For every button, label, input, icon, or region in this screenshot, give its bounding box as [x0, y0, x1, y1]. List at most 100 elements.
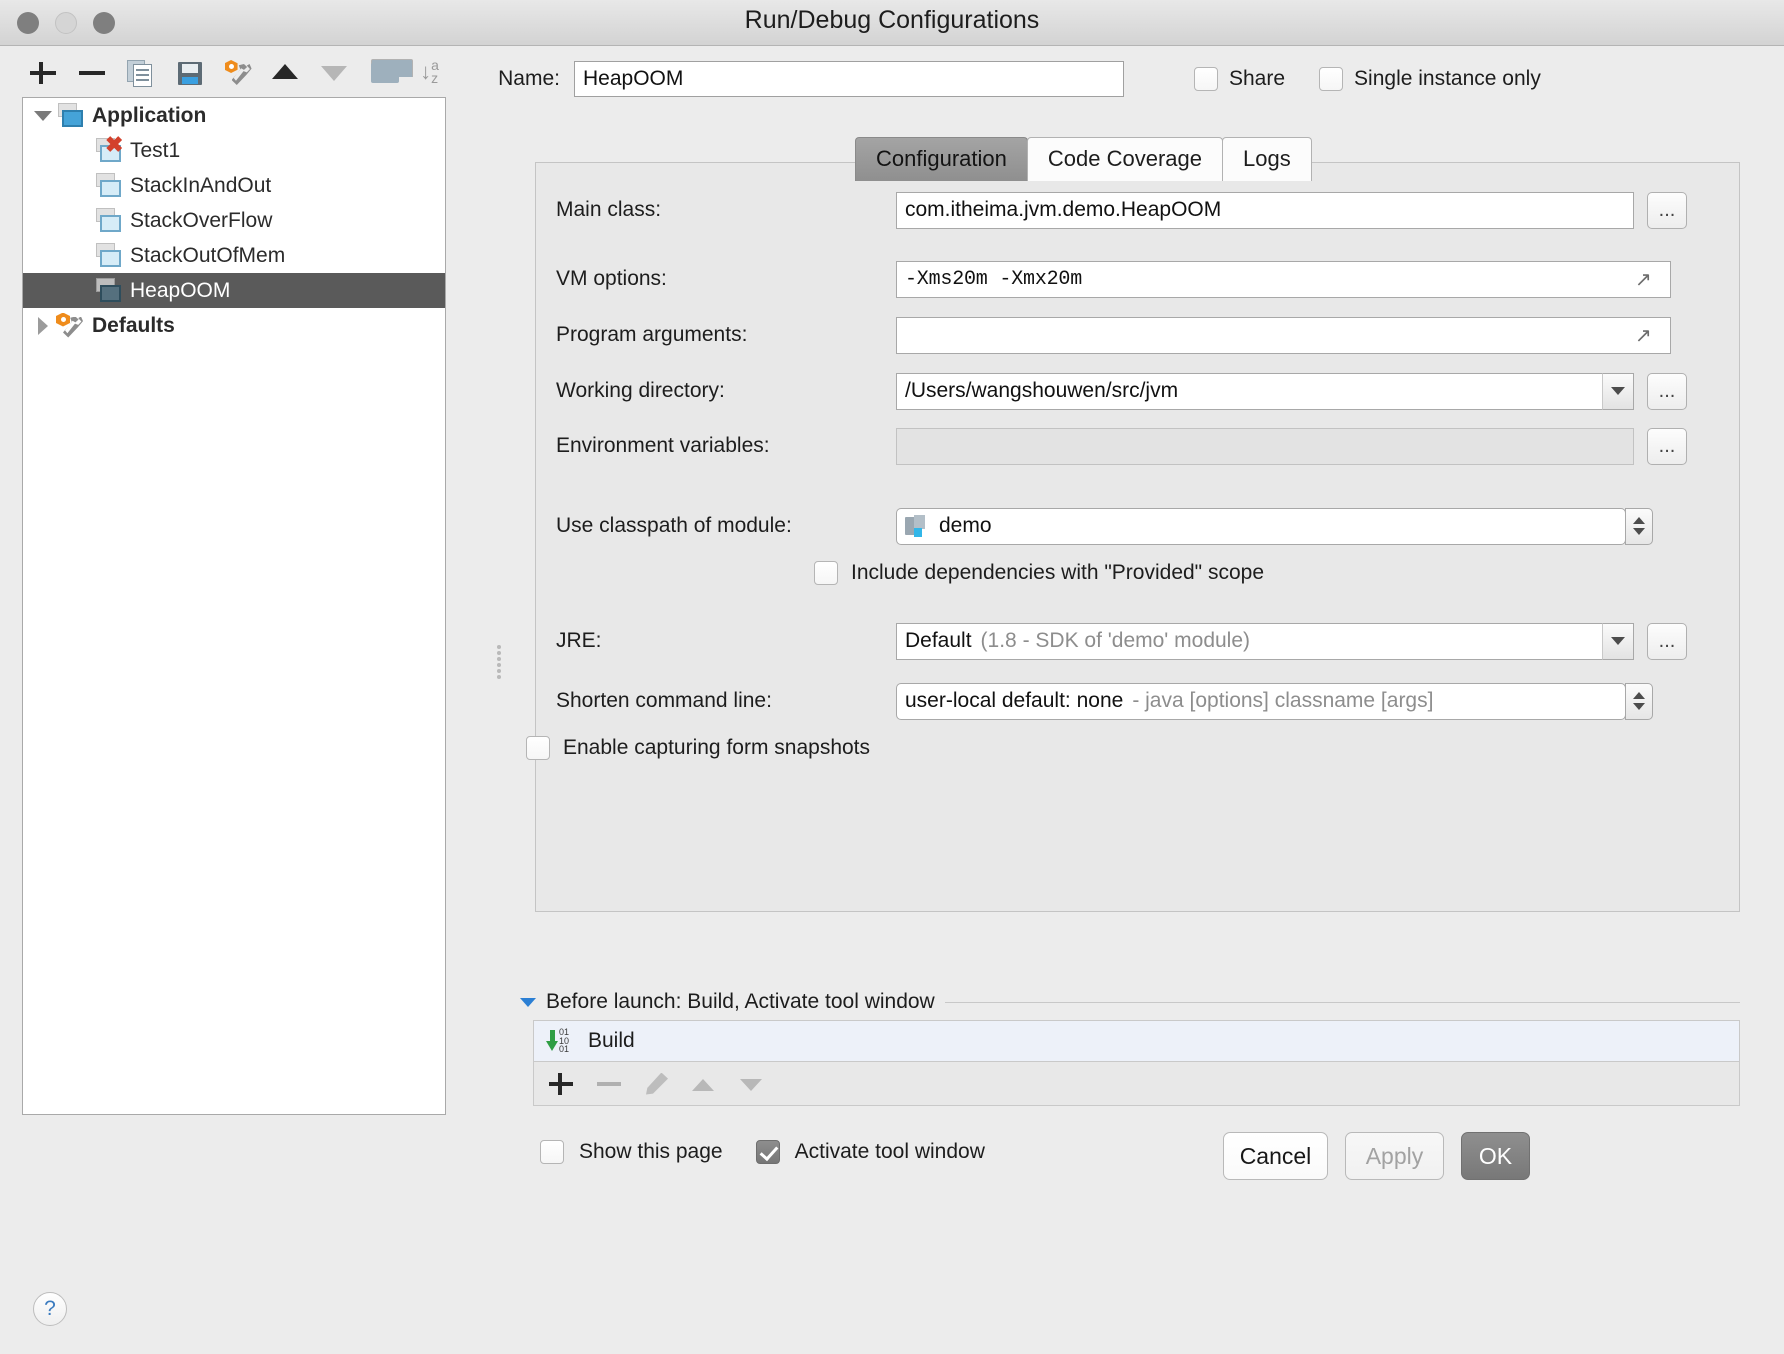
enable-capturing-checkbox-group[interactable]: Enable capturing form snapshots	[526, 736, 870, 760]
single-instance-label: Single instance only	[1354, 67, 1541, 90]
tree-node-label: HeapOOM	[130, 278, 231, 302]
enable-capturing-checkbox[interactable]	[526, 736, 550, 760]
share-checkbox[interactable]	[1194, 67, 1218, 91]
cancel-button[interactable]: Cancel	[1223, 1132, 1328, 1180]
arrow-up-icon[interactable]	[692, 1071, 718, 1097]
shorten-command-line-label: Shorten command line:	[556, 689, 772, 712]
minus-icon[interactable]	[77, 58, 105, 88]
configurations-toolbar: ↓ a z	[16, 50, 446, 96]
single-instance-checkbox[interactable]	[1319, 67, 1344, 91]
tree-node-defaults[interactable]: Defaults	[23, 308, 445, 343]
expand-icon[interactable]: ↗	[1635, 323, 1661, 348]
arrow-down-icon[interactable]	[740, 1071, 766, 1097]
app-config-icon	[55, 102, 85, 129]
program-arguments-row: Program arguments: ↗	[556, 315, 1726, 355]
shorten-command-line-value: user-local default: none	[905, 689, 1124, 712]
show-this-page-checkbox[interactable]	[540, 1140, 564, 1164]
chevron-down-icon[interactable]	[1602, 622, 1634, 660]
main-class-browse-button[interactable]: ...	[1647, 191, 1687, 229]
plus-icon[interactable]	[28, 58, 56, 88]
name-row: Name: Share Single instance only	[460, 58, 1780, 100]
jre-label: JRE:	[556, 629, 602, 652]
plus-icon[interactable]	[548, 1071, 574, 1097]
tree-node-label: StackInAndOut	[130, 173, 272, 197]
configuration-panel: Main class: com.itheima.jvm.demo.HeapOOM…	[526, 162, 1740, 912]
shorten-command-line-stepper-icon[interactable]	[1625, 682, 1653, 720]
vm-options-row: VM options: -Xms20m -Xmx20m ↗	[556, 259, 1726, 299]
collapse-arrow-icon[interactable]	[31, 316, 55, 335]
tree-node-stackinandout[interactable]: StackInAndOut	[23, 168, 445, 203]
activate-tool-window-label: Activate tool window	[794, 1140, 985, 1163]
sort-az-icon[interactable]: ↓ a z	[419, 58, 446, 88]
minus-icon[interactable]	[596, 1071, 622, 1097]
help-button[interactable]: ?	[33, 1292, 67, 1326]
shorten-command-line-row: Shorten command line: user-local default…	[556, 681, 1726, 721]
include-provided-checkbox[interactable]	[814, 561, 838, 585]
save-icon[interactable]	[175, 58, 202, 88]
before-launch-title: Before launch: Build, Activate tool wind…	[546, 990, 935, 1013]
show-this-page-label: Show this page	[579, 1140, 723, 1163]
chevron-down-icon[interactable]	[520, 997, 536, 1007]
environment-variables-browse-button[interactable]: ...	[1647, 427, 1687, 465]
expand-icon[interactable]: ↗	[1635, 267, 1661, 292]
use-classpath-of-module-combo[interactable]: demo	[896, 507, 1626, 545]
environment-variables-row: Environment variables: ...	[556, 426, 1726, 466]
main-class-input[interactable]: com.itheima.jvm.demo.HeapOOM	[896, 191, 1634, 229]
arrow-down-icon[interactable]	[321, 58, 348, 88]
pencil-icon[interactable]	[644, 1071, 670, 1097]
share-checkbox-group[interactable]: Share	[1194, 67, 1285, 91]
working-directory-browse-button[interactable]: ...	[1647, 372, 1687, 410]
configurations-tree[interactable]: Application ✖ Test1 StackInAndOut StackO…	[22, 97, 446, 1115]
jre-browse-button[interactable]: ...	[1647, 622, 1687, 660]
tree-node-heapoom[interactable]: HeapOOM	[23, 273, 445, 308]
bottom-checkboxes: Show this page Activate tool window	[540, 1140, 985, 1164]
jre-value: Default	[905, 629, 972, 652]
activate-tool-window-checkbox[interactable]	[755, 1140, 780, 1164]
tree-node-test1[interactable]: ✖ Test1	[23, 133, 445, 168]
before-launch-task-list[interactable]: 01 10 01 Build	[533, 1020, 1740, 1062]
config-icon	[93, 172, 123, 199]
config-icon	[93, 277, 123, 304]
shorten-command-line-combo[interactable]: user-local default: none - java [options…	[896, 682, 1626, 720]
chevron-down-icon[interactable]	[1602, 372, 1634, 410]
include-provided-label: Include dependencies with "Provided" sco…	[851, 561, 1265, 584]
use-classpath-of-module-value: demo	[939, 514, 992, 537]
tree-node-stackoutofmem[interactable]: StackOutOfMem	[23, 238, 445, 273]
working-directory-input[interactable]: /Users/wangshouwen/src/jvm	[896, 372, 1603, 410]
tree-node-label: StackOverFlow	[130, 208, 273, 232]
divider	[944, 1001, 1740, 1003]
enable-capturing-label: Enable capturing form snapshots	[563, 736, 871, 759]
before-launch-header[interactable]: Before launch: Build, Activate tool wind…	[520, 990, 1740, 1014]
jre-row: JRE: Default (1.8 - SDK of 'demo' module…	[556, 621, 1726, 661]
apply-button[interactable]: Apply	[1345, 1132, 1444, 1180]
main-class-label: Main class:	[556, 198, 662, 221]
arrow-up-icon[interactable]	[272, 58, 299, 88]
tab-configuration[interactable]: Configuration	[855, 137, 1028, 181]
folder-icon[interactable]	[370, 58, 414, 88]
environment-variables-input[interactable]	[896, 427, 1634, 465]
jre-hint: (1.8 - SDK of 'demo' module)	[980, 629, 1251, 652]
environment-variables-label: Environment variables:	[556, 434, 770, 457]
run-debug-configurations-window: Run/Debug Configurations ↓az Name: Share	[0, 0, 1784, 1354]
wrench-icon[interactable]	[224, 58, 252, 88]
jre-combo[interactable]: Default (1.8 - SDK of 'demo' module)	[896, 622, 1603, 660]
tab-logs[interactable]: Logs	[1221, 137, 1312, 181]
tree-node-label: Test1	[130, 138, 181, 162]
include-provided-checkbox-group[interactable]: Include dependencies with "Provided" sco…	[814, 561, 1264, 585]
panel-splitter[interactable]	[497, 645, 505, 679]
expand-arrow-icon[interactable]	[31, 110, 55, 121]
program-arguments-input[interactable]	[896, 316, 1671, 354]
name-label: Name:	[498, 67, 560, 90]
main-class-row: Main class: com.itheima.jvm.demo.HeapOOM…	[556, 190, 1726, 230]
tree-node-application[interactable]: Application	[23, 98, 445, 133]
module-stepper-icon[interactable]	[1625, 507, 1653, 545]
tab-code-coverage[interactable]: Code Coverage	[1026, 137, 1223, 181]
vm-options-input[interactable]: -Xms20m -Xmx20m	[896, 260, 1671, 298]
copy-icon[interactable]	[126, 58, 153, 88]
name-input[interactable]	[574, 61, 1124, 97]
before-launch-toolbar	[533, 1062, 1740, 1106]
single-instance-checkbox-group[interactable]: Single instance only	[1319, 67, 1541, 91]
ok-button[interactable]: OK	[1461, 1132, 1530, 1180]
configuration-tabs: Configuration Code Coverage Logs	[855, 137, 1312, 181]
tree-node-stackoverflow[interactable]: StackOverFlow	[23, 203, 445, 238]
